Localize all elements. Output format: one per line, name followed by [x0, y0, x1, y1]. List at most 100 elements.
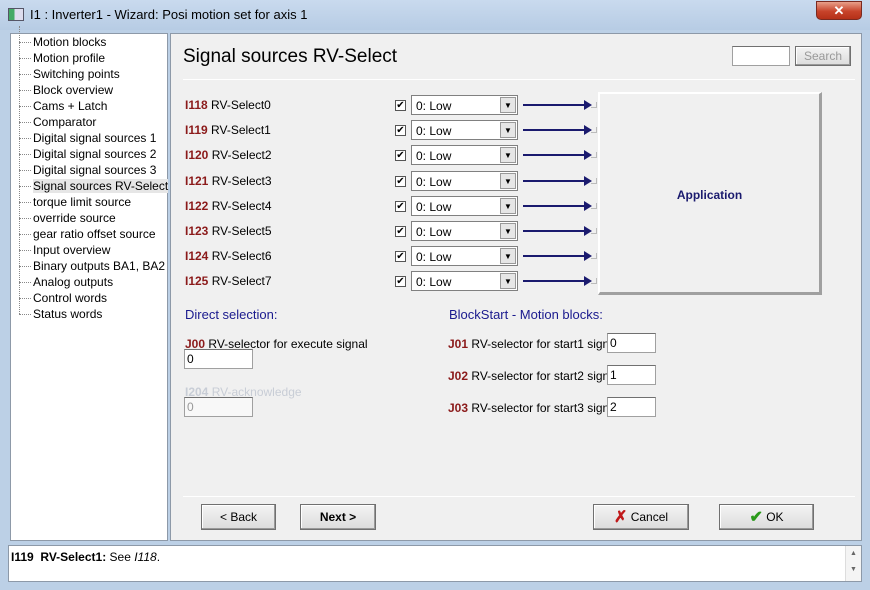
sidebar-item[interactable]: Status words [19, 298, 102, 322]
tree-connector [19, 106, 31, 108]
signal-name: RV-Select4 [211, 199, 272, 213]
sidebar-item[interactable]: gear ratio offset source [19, 218, 156, 242]
tree-line [19, 58, 20, 74]
page-title: Signal sources RV-Select [183, 46, 398, 67]
sidebar-tree: Motion blocks Motion profile Switching poi… [10, 26, 169, 541]
info-scrollbar[interactable]: ▲ ▼ [845, 546, 861, 581]
sidebar-item[interactable]: Switching points [19, 58, 120, 82]
info-panel: I119 RV-Select1: See I118. ▲ ▼ [8, 545, 862, 582]
sidebar-item[interactable]: Comparator [19, 106, 96, 130]
signal-source-select[interactable]: 0: Low ▼ [411, 145, 518, 165]
search-button[interactable]: Search [795, 46, 851, 66]
sidebar-item[interactable]: Digital signal sources 1 [19, 122, 157, 146]
sidebar-item-label: Analog outputs [33, 275, 114, 289]
blockstart-code: J02 [448, 369, 469, 383]
select-value: 0: Low [416, 200, 452, 214]
sidebar-item[interactable]: Input overview [19, 234, 110, 258]
chevron-down-icon[interactable]: ▼ [500, 223, 516, 239]
signal-label: I125 RV-Select7 [185, 274, 272, 288]
tree-connector [19, 282, 31, 284]
signal-label: I120 RV-Select2 [185, 148, 272, 162]
sidebar-item[interactable]: Motion profile [19, 42, 106, 66]
sidebar-item[interactable]: Cams + Latch [19, 90, 107, 114]
sidebar-item[interactable]: Binary outputs BA1, BA2 [19, 250, 165, 274]
sidebar-item-label: Digital signal sources 1 [33, 131, 157, 145]
select-value: 0: Low [416, 99, 452, 113]
arrow-icon [523, 100, 592, 110]
divider [183, 496, 855, 497]
signal-checkbox[interactable]: ✔ [395, 276, 406, 287]
chevron-down-icon[interactable]: ▼ [500, 97, 516, 113]
signal-checkbox[interactable]: ✔ [395, 125, 406, 136]
chevron-down-icon[interactable]: ▼ [500, 198, 516, 214]
sidebar-item-label: Switching points [33, 67, 120, 81]
sidebar-item[interactable]: Motion blocks [19, 26, 107, 50]
blockstart-input[interactable] [607, 397, 656, 417]
signal-checkbox[interactable]: ✔ [395, 150, 406, 161]
sidebar-item[interactable]: override source [19, 202, 116, 226]
signal-code: I125 [185, 274, 209, 288]
select-value: 0: Low [416, 250, 452, 264]
signal-checkbox[interactable]: ✔ [395, 176, 406, 187]
blockstart-code: J01 [448, 337, 469, 351]
tree-connector [19, 74, 31, 76]
chevron-down-icon[interactable]: ▼ [500, 147, 516, 163]
tree-connector [19, 234, 31, 236]
arrow-icon [523, 176, 592, 186]
blockstart-label: J03 RV-selector for start3 signal [448, 401, 619, 415]
chevron-down-icon[interactable]: ▼ [500, 173, 516, 189]
sidebar-item[interactable]: torque limit source [19, 186, 131, 210]
cancel-button[interactable]: ✗ Cancel [593, 504, 689, 530]
signal-source-select[interactable]: 0: Low ▼ [411, 196, 518, 216]
connector-pin [591, 152, 597, 158]
signal-name: RV-Select5 [211, 224, 272, 238]
j00-input[interactable] [184, 349, 253, 369]
signal-source-select[interactable]: 0: Low ▼ [411, 271, 518, 291]
close-button[interactable]: ✕ [816, 1, 862, 20]
scroll-up-icon[interactable]: ▲ [846, 546, 861, 562]
blockstart-label: J01 RV-selector for start1 signal [448, 337, 619, 351]
arrow-icon [523, 251, 592, 261]
info-end: . [156, 550, 161, 564]
tree-line [19, 202, 20, 218]
sidebar-item[interactable]: Block overview [19, 74, 113, 98]
arrow-icon [523, 150, 592, 160]
ok-button[interactable]: ✔ OK [719, 504, 814, 530]
tree-connector [19, 218, 31, 220]
signal-source-select[interactable]: 0: Low ▼ [411, 221, 518, 241]
tree-line [19, 170, 20, 186]
chevron-down-icon[interactable]: ▼ [500, 122, 516, 138]
sidebar-item-label: Motion profile [33, 51, 106, 65]
signal-source-select[interactable]: 0: Low ▼ [411, 246, 518, 266]
signal-checkbox[interactable]: ✔ [395, 251, 406, 262]
blockstart-input[interactable] [607, 333, 656, 353]
connector-pin [591, 253, 597, 259]
tree-line [19, 266, 20, 282]
sidebar-item[interactable]: Digital signal sources 2 [19, 138, 156, 162]
search-input[interactable] [732, 46, 790, 66]
info-desc: See [109, 550, 135, 564]
chevron-down-icon[interactable]: ▼ [500, 248, 516, 264]
cancel-label: Cancel [630, 510, 669, 524]
sidebar-item[interactable]: Control words [19, 282, 107, 306]
i204-input [184, 397, 253, 417]
signal-checkbox[interactable]: ✔ [395, 100, 406, 111]
scroll-down-icon[interactable]: ▼ [846, 562, 861, 578]
chevron-down-icon[interactable]: ▼ [500, 273, 516, 289]
signal-source-select[interactable]: 0: Low ▼ [411, 120, 518, 140]
signal-checkbox[interactable]: ✔ [395, 201, 406, 212]
arrow-icon [523, 276, 592, 286]
signal-source-select[interactable]: 0: Low ▼ [411, 95, 518, 115]
back-button[interactable]: < Back [201, 504, 276, 530]
blockstart-input[interactable] [607, 365, 656, 385]
signal-name: RV-Select3 [211, 174, 272, 188]
next-button[interactable]: Next > [300, 504, 376, 530]
application-block: Application [598, 92, 822, 295]
signal-source-select[interactable]: 0: Low ▼ [411, 171, 518, 191]
sidebar-item[interactable]: Analog outputs [19, 266, 114, 290]
signal-checkbox[interactable]: ✔ [395, 226, 406, 237]
sidebar-item[interactable]: Digital signal sources 3 [19, 154, 156, 178]
sidebar-item[interactable]: Signal sources RV-Select [19, 170, 169, 194]
connector-pin [591, 102, 597, 108]
sidebar-item-label: Motion blocks [33, 35, 107, 49]
